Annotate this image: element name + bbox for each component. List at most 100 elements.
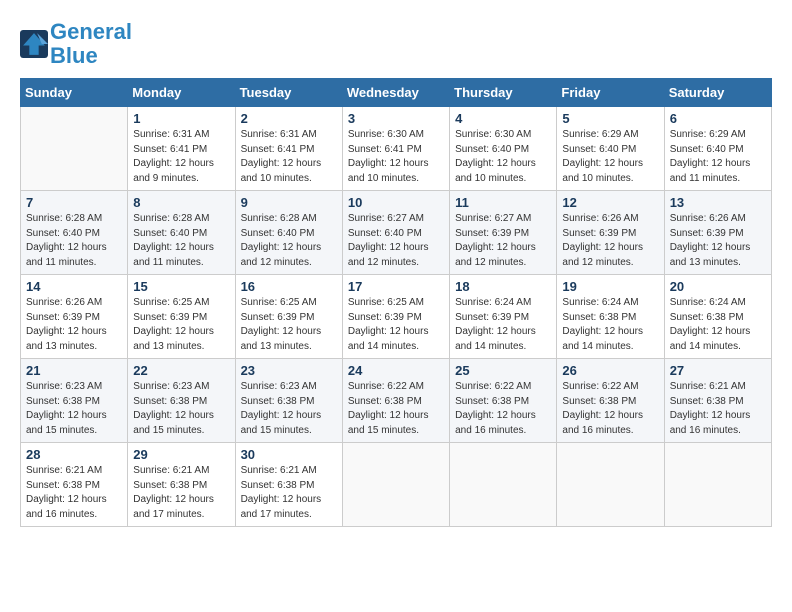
calendar-week-row: 14 Sunrise: 6:26 AM Sunset: 6:39 PM Dayli… [21, 275, 772, 359]
day-info: Sunrise: 6:28 AM Sunset: 6:40 PM Dayligh… [133, 212, 229, 270]
calendar-week-row: 28 Sunrise: 6:21 AM Sunset: 6:38 PM Dayli… [21, 443, 772, 527]
calendar-day-cell: 7 Sunrise: 6:28 AM Sunset: 6:40 PM Daylig… [21, 191, 128, 275]
day-info: Sunrise: 6:26 AM Sunset: 6:39 PM Dayligh… [562, 212, 658, 270]
day-number: 25 [455, 363, 551, 378]
calendar-week-row: 7 Sunrise: 6:28 AM Sunset: 6:40 PM Daylig… [21, 191, 772, 275]
calendar-day-cell: 21 Sunrise: 6:23 AM Sunset: 6:38 PM Dayli… [21, 359, 128, 443]
day-number: 11 [455, 195, 551, 210]
calendar-day-cell: 4 Sunrise: 6:30 AM Sunset: 6:40 PM Daylig… [450, 107, 557, 191]
day-info: Sunrise: 6:25 AM Sunset: 6:39 PM Dayligh… [241, 296, 337, 354]
weekday-header: Friday [557, 79, 664, 107]
calendar-day-cell: 8 Sunrise: 6:28 AM Sunset: 6:40 PM Daylig… [128, 191, 235, 275]
weekday-header: Wednesday [342, 79, 449, 107]
logo-text: GeneralBlue [50, 20, 132, 68]
weekday-header: Saturday [664, 79, 771, 107]
weekday-header: Sunday [21, 79, 128, 107]
calendar-day-cell: 9Sunrise: 6:28 AM Sunset: 6:40 PM Daylig… [235, 191, 342, 275]
calendar-day-cell: 29Sunrise: 6:21 AM Sunset: 6:38 PM Dayli… [128, 443, 235, 527]
day-info: Sunrise: 6:30 AM Sunset: 6:41 PM Dayligh… [348, 128, 444, 186]
day-number: 3 [348, 111, 444, 126]
calendar-day-cell: 27 Sunrise: 6:21 AM Sunset: 6:38 PM Dayli… [664, 359, 771, 443]
day-info: Sunrise: 6:31 AM Sunset: 6:41 PM Dayligh… [241, 128, 337, 186]
day-number: 30 [241, 447, 337, 462]
calendar-day-cell: 6 Sunrise: 6:29 AM Sunset: 6:40 PM Daylig… [664, 107, 771, 191]
day-info: Sunrise: 6:22 AM Sunset: 6:38 PM Dayligh… [562, 380, 658, 438]
calendar-day-cell: 5 Sunrise: 6:29 AM Sunset: 6:40 PM Daylig… [557, 107, 664, 191]
day-number: 4 [455, 111, 551, 126]
calendar-header-row: SundayMondayTuesdayWednesdayThursdayFrid… [21, 79, 772, 107]
calendar-day-cell: 15 Sunrise: 6:25 AM Sunset: 6:39 PM Dayli… [128, 275, 235, 359]
day-number: 10 [348, 195, 444, 210]
calendar-day-cell: 2Sunrise: 6:31 AM Sunset: 6:41 PM Daylig… [235, 107, 342, 191]
calendar-day-cell: 22 Sunrise: 6:23 AM Sunset: 6:38 PM Dayli… [128, 359, 235, 443]
day-info: Sunrise: 6:24 AM Sunset: 6:39 PM Dayligh… [455, 296, 551, 354]
day-number: 15 [133, 279, 229, 294]
day-number: 26 [562, 363, 658, 378]
day-info: Sunrise: 6:26 AM Sunset: 6:39 PM Dayligh… [670, 212, 766, 270]
day-info: Sunrise: 6:26 AM Sunset: 6:39 PM Dayligh… [26, 296, 122, 354]
day-number: 17 [348, 279, 444, 294]
day-info: Sunrise: 6:29 AM Sunset: 6:40 PM Dayligh… [562, 128, 658, 186]
calendar-day-cell: 25Sunrise: 6:22 AM Sunset: 6:38 PM Dayli… [450, 359, 557, 443]
day-info: Sunrise: 6:21 AM Sunset: 6:38 PM Dayligh… [241, 464, 337, 522]
day-info: Sunrise: 6:31 AM Sunset: 6:41 PM Dayligh… [133, 128, 229, 186]
day-number: 5 [562, 111, 658, 126]
calendar-day-cell [664, 443, 771, 527]
day-info: Sunrise: 6:29 AM Sunset: 6:40 PM Dayligh… [670, 128, 766, 186]
calendar-day-cell: 20 Sunrise: 6:24 AM Sunset: 6:38 PM Dayli… [664, 275, 771, 359]
calendar-week-row: 1 Sunrise: 6:31 AM Sunset: 6:41 PM Daylig… [21, 107, 772, 191]
day-number: 21 [26, 363, 122, 378]
day-info: Sunrise: 6:23 AM Sunset: 6:38 PM Dayligh… [26, 380, 122, 438]
day-info: Sunrise: 6:28 AM Sunset: 6:40 PM Dayligh… [26, 212, 122, 270]
calendar-day-cell: 14 Sunrise: 6:26 AM Sunset: 6:39 PM Dayli… [21, 275, 128, 359]
calendar-day-cell: 12Sunrise: 6:26 AM Sunset: 6:39 PM Dayli… [557, 191, 664, 275]
calendar-day-cell: 19 Sunrise: 6:24 AM Sunset: 6:38 PM Dayli… [557, 275, 664, 359]
day-info: Sunrise: 6:27 AM Sunset: 6:40 PM Dayligh… [348, 212, 444, 270]
day-info: Sunrise: 6:24 AM Sunset: 6:38 PM Dayligh… [562, 296, 658, 354]
calendar-day-cell: 11 Sunrise: 6:27 AM Sunset: 6:39 PM Dayli… [450, 191, 557, 275]
calendar-day-cell [342, 443, 449, 527]
day-info: Sunrise: 6:21 AM Sunset: 6:38 PM Dayligh… [670, 380, 766, 438]
calendar-week-row: 21 Sunrise: 6:23 AM Sunset: 6:38 PM Dayli… [21, 359, 772, 443]
calendar-day-cell: 3 Sunrise: 6:30 AM Sunset: 6:41 PM Daylig… [342, 107, 449, 191]
day-number: 18 [455, 279, 551, 294]
day-number: 20 [670, 279, 766, 294]
calendar-day-cell: 10 Sunrise: 6:27 AM Sunset: 6:40 PM Dayli… [342, 191, 449, 275]
day-number: 7 [26, 195, 122, 210]
day-number: 28 [26, 447, 122, 462]
day-info: Sunrise: 6:24 AM Sunset: 6:38 PM Dayligh… [670, 296, 766, 354]
calendar-day-cell [557, 443, 664, 527]
logo: GeneralBlue [20, 20, 132, 68]
day-number: 6 [670, 111, 766, 126]
day-info: Sunrise: 6:30 AM Sunset: 6:40 PM Dayligh… [455, 128, 551, 186]
calendar-day-cell: 18 Sunrise: 6:24 AM Sunset: 6:39 PM Dayli… [450, 275, 557, 359]
day-number: 8 [133, 195, 229, 210]
page-header: GeneralBlue [20, 20, 772, 68]
day-info: Sunrise: 6:21 AM Sunset: 6:38 PM Dayligh… [133, 464, 229, 522]
calendar-day-cell: 17 Sunrise: 6:25 AM Sunset: 6:39 PM Dayli… [342, 275, 449, 359]
day-number: 9 [241, 195, 337, 210]
weekday-header: Monday [128, 79, 235, 107]
calendar-day-cell: 13Sunrise: 6:26 AM Sunset: 6:39 PM Dayli… [664, 191, 771, 275]
day-number: 22 [133, 363, 229, 378]
day-number: 27 [670, 363, 766, 378]
day-info: Sunrise: 6:21 AM Sunset: 6:38 PM Dayligh… [26, 464, 122, 522]
day-info: Sunrise: 6:27 AM Sunset: 6:39 PM Dayligh… [455, 212, 551, 270]
day-info: Sunrise: 6:25 AM Sunset: 6:39 PM Dayligh… [133, 296, 229, 354]
day-number: 14 [26, 279, 122, 294]
day-info: Sunrise: 6:23 AM Sunset: 6:38 PM Dayligh… [133, 380, 229, 438]
calendar-day-cell: 23 Sunrise: 6:23 AM Sunset: 6:38 PM Dayli… [235, 359, 342, 443]
day-number: 16 [241, 279, 337, 294]
day-number: 24 [348, 363, 444, 378]
calendar-day-cell: 16 Sunrise: 6:25 AM Sunset: 6:39 PM Dayli… [235, 275, 342, 359]
day-number: 19 [562, 279, 658, 294]
calendar-day-cell: 24Sunrise: 6:22 AM Sunset: 6:38 PM Dayli… [342, 359, 449, 443]
day-info: Sunrise: 6:25 AM Sunset: 6:39 PM Dayligh… [348, 296, 444, 354]
calendar-day-cell [21, 107, 128, 191]
calendar-day-cell [450, 443, 557, 527]
day-number: 23 [241, 363, 337, 378]
day-info: Sunrise: 6:23 AM Sunset: 6:38 PM Dayligh… [241, 380, 337, 438]
day-number: 1 [133, 111, 229, 126]
calendar-table: SundayMondayTuesdayWednesdayThursdayFrid… [20, 78, 772, 527]
logo-icon [20, 30, 48, 58]
